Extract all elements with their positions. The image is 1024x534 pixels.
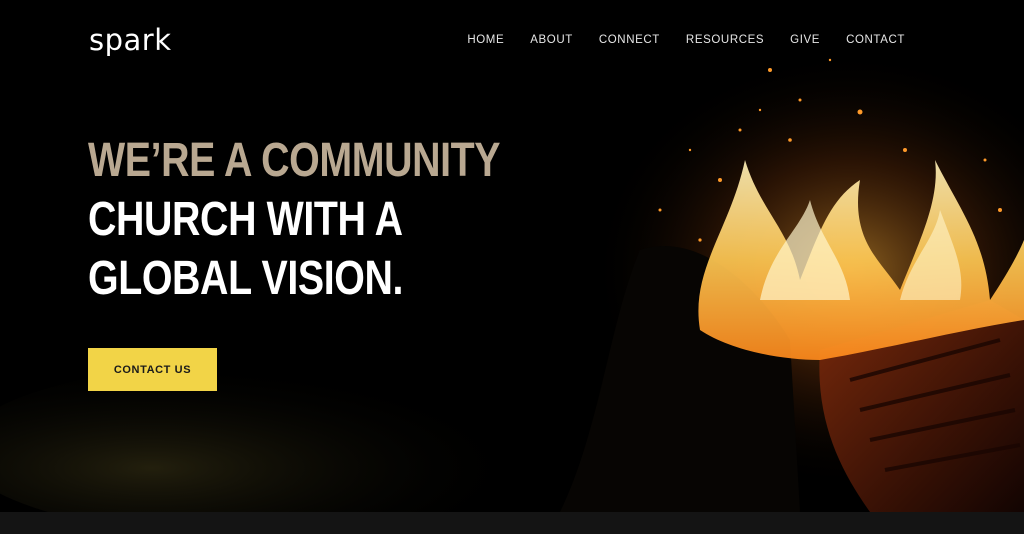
nav-item-home[interactable]: HOME	[467, 33, 504, 47]
site-logo[interactable]: spark	[89, 22, 172, 58]
nav-item-resources[interactable]: RESOURCES	[686, 33, 764, 47]
headline-line-2: CHURCH WITH A	[88, 193, 403, 246]
hero-headline: WE’RE A COMMUNITY CHURCH WITH A GLOBAL V…	[88, 131, 501, 308]
contact-us-button[interactable]: CONTACT US	[88, 348, 217, 391]
headline-line-1: WE’RE A COMMUNITY	[88, 134, 501, 187]
footer-bar	[0, 512, 1024, 534]
main-navigation: HOME ABOUT CONNECT RESOURCES GIVE CONTAC…	[467, 33, 905, 47]
hero-section: spark HOME ABOUT CONNECT RESOURCES GIVE …	[0, 0, 1024, 512]
nav-item-contact[interactable]: CONTACT	[846, 33, 905, 47]
nav-item-give[interactable]: GIVE	[790, 33, 820, 47]
nav-item-about[interactable]: ABOUT	[530, 33, 573, 47]
nav-item-connect[interactable]: CONNECT	[599, 33, 660, 47]
headline-line-3: GLOBAL VISION.	[88, 252, 404, 305]
